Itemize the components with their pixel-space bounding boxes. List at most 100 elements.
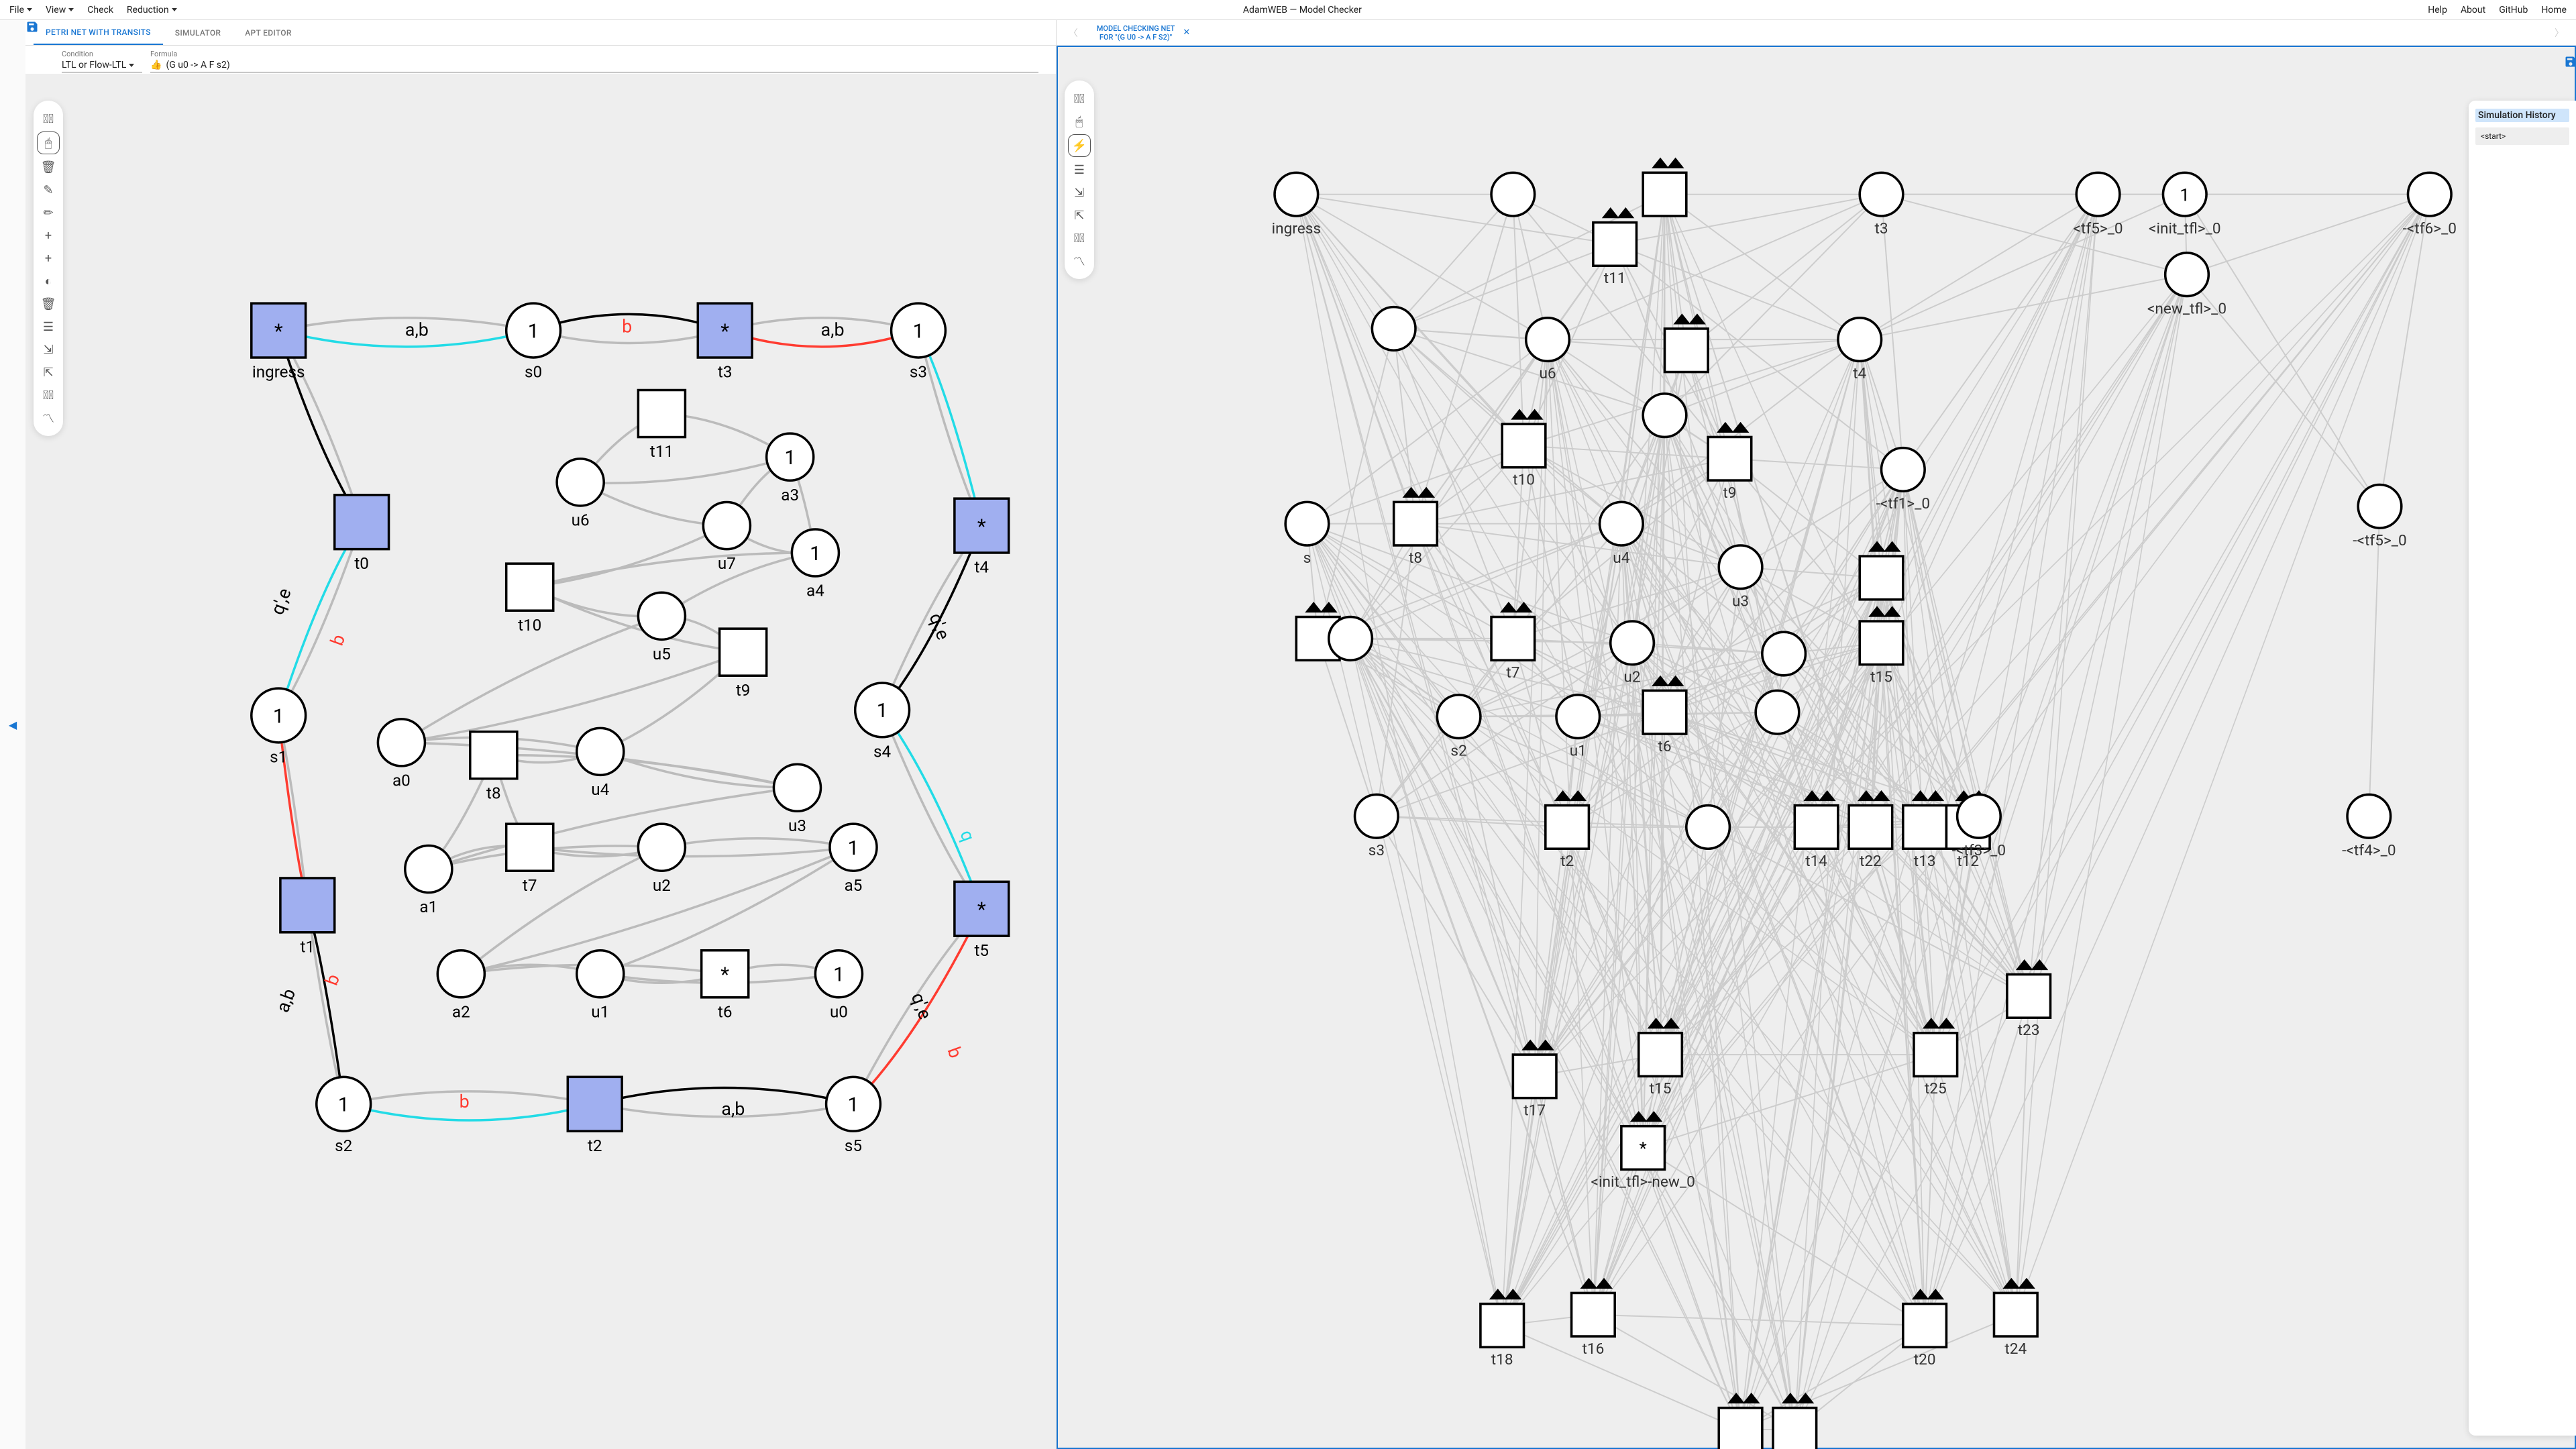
svg-text:t11: t11 [1604,269,1626,287]
pencil-button[interactable]: ✎ [34,178,63,201]
svg-text:t13: t13 [1913,852,1935,870]
svg-text:q',e: q',e [266,586,296,618]
svg-text:t9: t9 [1723,484,1736,502]
node-u7 [1643,394,1686,437]
svg-text:s2: s2 [335,1136,352,1155]
pulse-button[interactable]: 〽 [34,407,63,429]
svg-text:t15: t15 [1649,1079,1671,1097]
svg-text:-<tf6>_0: -<tf6>_0 [2402,219,2456,237]
collapse-button[interactable]: ⇱ [1065,204,1094,227]
left-toolbar: 👁⃠🖱🗑✎✏++◐🗑☰⇲⇱⚡⃠〽 [34,101,63,436]
node-u4: u4 [577,728,624,799]
node-t20: t20 [1903,1289,1947,1368]
right-canvas[interactable]: ingresst3<tf5>_01<init_tfl>_0-<tf6>_0t11… [1057,46,2576,1449]
svg-text:1: 1 [877,700,888,722]
formula-input-wrap[interactable]: 👍 (G u0 -> A F s2) [150,58,1038,72]
svg-text:-<tf1>_0: -<tf1>_0 [1876,494,1929,513]
node-s4: 1s4 [855,683,910,761]
delete-sweep-button[interactable]: 🗑 [34,292,63,315]
mouse-button[interactable]: 🖱 [37,131,60,154]
topbar: FileViewCheckReduction AdamWEB — Model C… [0,0,2576,20]
plus-button[interactable]: + [34,224,63,247]
svg-text:s3: s3 [910,363,927,382]
node-r3e: -<tf5>_0 [2353,485,2406,549]
node-s3: 1s3 [892,303,946,381]
collapse-button[interactable]: ⇱ [34,361,63,384]
condition-dropdown[interactable]: LTL or Flow-LTL [62,58,142,72]
flash-off-button[interactable]: ⚡⃠ [34,384,63,407]
tab-simulator[interactable]: SIMULATOR [163,20,233,45]
svg-text:t17: t17 [1523,1102,1546,1120]
svg-text:t6: t6 [1658,737,1671,755]
model-checking-tab[interactable]: MODEL CHECKING NET FOR "(G U0 -> A F S2)… [1097,24,1175,42]
node-tf4: -<tf4>_0 [2342,794,2396,859]
flash-off-button[interactable]: ⚡⃠ [1065,227,1094,250]
plus-button[interactable]: + [34,247,63,270]
svg-text:t23: t23 [2018,1021,2040,1039]
link-about[interactable]: About [2461,5,2485,15]
bolt-button[interactable]: ⚡ [1068,134,1091,157]
svg-text:t1: t1 [301,937,315,956]
lines-button[interactable]: ☰ [34,315,63,338]
eye-off-button[interactable]: 👁⃠ [1065,87,1094,110]
svg-text:t0: t0 [354,554,369,573]
svg-text:*: * [720,320,729,343]
node-t3: * t3 [698,303,752,381]
svg-text:a1: a1 [419,898,437,916]
node-r2a [1372,307,1415,351]
tab-next[interactable]: 〉 [2555,26,2564,40]
svg-text:a4: a4 [806,582,824,600]
caret-icon [129,64,134,67]
svg-text:*: * [274,320,283,343]
svg-text:t7: t7 [523,876,537,895]
svg-text:t2: t2 [588,1136,602,1155]
mouse-icon: 🖱 [45,136,52,150]
link-home[interactable]: Home [2541,5,2567,15]
expand-button[interactable]: ⇲ [1065,181,1094,204]
node-s1: 1s1 [252,688,306,766]
node-u6: u6 [557,459,604,530]
menu-check[interactable]: Check [87,5,113,15]
left-tabs: PETRI NET WITH TRANSITSSIMULATORAPT EDIT… [25,20,1056,46]
node-t16: t16 [1571,1278,1615,1358]
tab-prev[interactable]: 〈 [1069,26,1078,40]
contrast-button[interactable]: ◐ [34,270,63,292]
expand-button[interactable]: ⇲ [34,338,63,361]
svg-text:*: * [720,964,729,987]
lines-button[interactable]: ☰ [1065,158,1094,181]
link-help[interactable]: Help [2428,5,2447,15]
eye-off-button[interactable]: 👁⃠ [34,107,63,130]
left-canvas[interactable]: *ingress1s0*t31s3t01s1t11s2*t41s4*t51s5t… [25,74,1056,1449]
svg-text:1: 1 [2180,185,2190,205]
tab-close[interactable]: ✕ [1183,28,1190,38]
flash-off-icon: ⚡⃠ [1074,231,1085,246]
node-s3: s3 [1354,794,1398,859]
svg-text:t22: t22 [1860,852,1882,870]
node-u5: u5 [638,592,685,663]
tab-petri-net-with-transits[interactable]: PETRI NET WITH TRANSITS [34,20,163,45]
svg-text:b: b [622,315,632,337]
condition-value: LTL or Flow-LTL [62,60,126,70]
sim-item[interactable]: <start> [2475,127,2569,145]
node-t2: t2 [568,1077,622,1155]
menu-view[interactable]: View [46,5,74,15]
trash-button[interactable]: 🗑 [34,156,63,178]
svg-text:t9: t9 [736,681,751,700]
pencil-thin-button[interactable]: ✏ [34,201,63,224]
svg-text:u2: u2 [653,876,671,895]
svg-text:t16: t16 [1582,1340,1604,1358]
pulse-button[interactable]: 〽 [1065,250,1094,272]
node-ingress: * ingress [252,303,306,381]
tab-apt-editor[interactable]: APT EDITOR [233,20,303,45]
node-t1: t1 [280,878,335,956]
svg-text:1: 1 [528,320,539,343]
svg-text:t3: t3 [718,363,733,382]
svg-text:s: s [1303,549,1311,567]
svg-text:t8: t8 [486,784,501,802]
formula-bar: Condition LTL or Flow-LTL Formula 👍 (G u… [25,46,1056,72]
svg-text:ingress: ingress [252,363,305,382]
mouse-button[interactable]: 🖱 [1065,110,1094,133]
menu-reduction[interactable]: Reduction [127,5,177,15]
link-github[interactable]: GitHub [2499,5,2528,15]
plus-icon: + [45,229,52,243]
